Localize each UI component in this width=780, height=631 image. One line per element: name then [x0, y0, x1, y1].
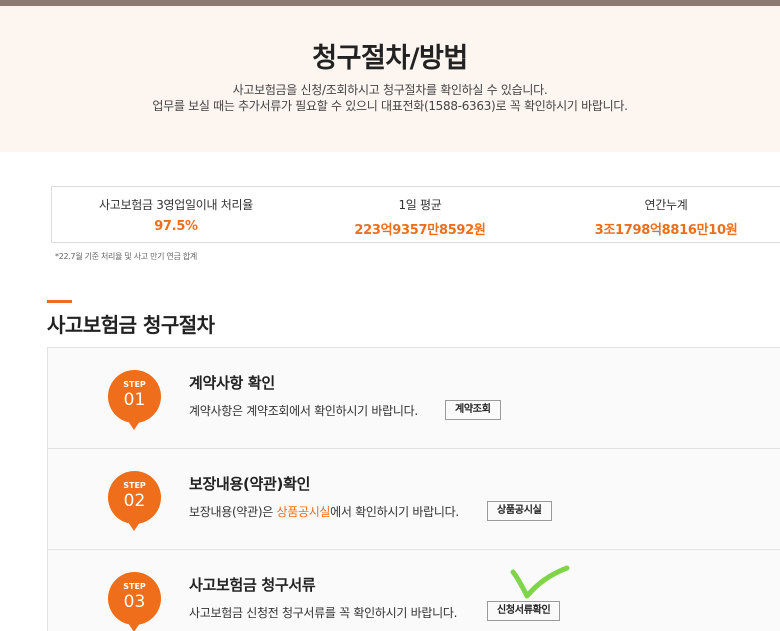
step-description: 사고보험금 신청전 청구서류를 꼭 확인하시기 바랍니다.: [189, 606, 458, 620]
section-title: 사고보험금 청구절차: [47, 313, 215, 337]
step-description: 보장내용(약관)은 상품공시실에서 확인하시기 바랍니다.: [189, 503, 459, 520]
stat-value: 223억9357만8592원: [354, 223, 486, 238]
step-title: 보장내용(약관)확인: [189, 475, 311, 493]
step-description: 계약사항은 계약조회에서 확인하시기 바랍니다.: [189, 404, 418, 418]
stats-panel: 사고보험금 3영업일이내 처리율 97.5% 1일 평균 223억9357만85…: [51, 186, 780, 243]
product-disclosure-link[interactable]: 상품공시실: [276, 505, 330, 519]
step-item-3: STEP 03 사고보험금 청구서류 사고보험금 신청전 청구서류를 꼭 확인하…: [48, 550, 780, 631]
step-description-text: 에서 확인하시기 바랍니다.: [330, 505, 459, 519]
step-badge-label: STEP: [123, 481, 146, 490]
product-disclosure-button[interactable]: 상품공시실: [487, 501, 552, 521]
stat-label: 연간누계: [644, 198, 688, 212]
page-header: 청구절차/방법 사고보험금을 신청/조회하시고 청구절차를 확인하실 수 있습니…: [0, 6, 780, 152]
contract-lookup-button[interactable]: 계약조회: [445, 400, 501, 420]
stat-processing-rate: 사고보험금 3영업일이내 처리율 97.5%: [52, 187, 300, 244]
stat-daily-average: 1일 평균 223억9357만8592원: [300, 187, 540, 244]
step-badge: STEP 02: [108, 471, 161, 531]
stat-annual-total: 연간누계 3조1798억8816만10원: [540, 187, 780, 244]
step-badge: STEP 03: [108, 572, 161, 631]
step-item-2: STEP 02 보장내용(약관)확인 보장내용(약관)은 상품공시실에서 확인하…: [48, 449, 780, 550]
step-badge: STEP 01: [108, 370, 161, 430]
section-accent-bar: [47, 300, 72, 303]
stats-footnote: *22.7월 기준 처리율 및 사고 만기 연금 합계: [55, 252, 197, 261]
step-title: 계약사항 확인: [189, 374, 275, 392]
stat-label: 사고보험금 3영업일이내 처리율: [99, 198, 253, 212]
step-number: 01: [123, 390, 146, 410]
page-title: 청구절차/방법: [312, 43, 468, 74]
stat-value: 3조1798억8816만10원: [594, 223, 738, 238]
header-description-line2: 업무를 보실 때는 추가서류가 필요할 수 있으니 대표전화(1588-6363…: [152, 99, 628, 113]
step-number: 02: [123, 491, 146, 511]
stat-value: 97.5%: [154, 219, 198, 234]
step-badge-label: STEP: [123, 582, 146, 591]
step-badge-label: STEP: [123, 380, 146, 389]
step-description-text: 보장내용(약관)은: [189, 505, 277, 519]
step-item-1: STEP 01 계약사항 확인 계약사항은 계약조회에서 확인하시기 바랍니다.…: [48, 348, 780, 449]
step-title: 사고보험금 청구서류: [189, 576, 316, 594]
step-number: 03: [123, 592, 146, 612]
checkmark-icon: [510, 565, 570, 599]
claim-steps-list: STEP 01 계약사항 확인 계약사항은 계약조회에서 확인하시기 바랍니다.…: [47, 347, 780, 631]
stat-label: 1일 평균: [398, 198, 442, 212]
header-description-line1: 사고보험금을 신청/조회하시고 청구절차를 확인하실 수 있습니다.: [232, 83, 548, 97]
